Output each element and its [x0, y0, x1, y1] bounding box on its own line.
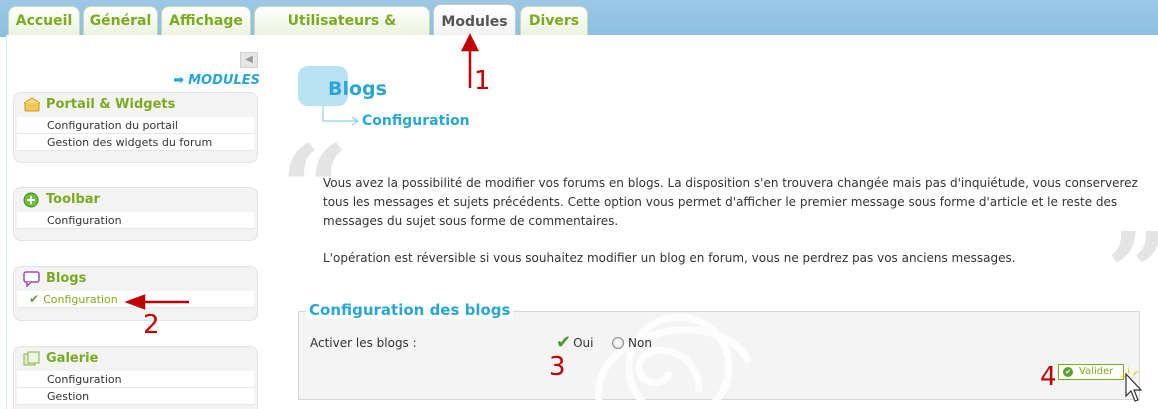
collapse-sidebar-button[interactable]: ◀ [240, 52, 258, 68]
radio-oui[interactable]: ✔ Oui [556, 332, 593, 353]
sidebar-box-galerie: Galerie Configuration Gestion [13, 346, 258, 409]
checkmark-circle-icon: ✔ [1063, 367, 1073, 377]
page-title: Blogs [328, 78, 387, 100]
tab-affichage[interactable]: Affichage [161, 6, 251, 35]
tab-accueil[interactable]: Accueil [8, 6, 80, 35]
radio-non[interactable]: Non [612, 336, 652, 350]
sidebar-box-header: Toolbar [17, 188, 254, 212]
sidebar-box-portail: Portail & Widgets Configuration du porta… [13, 92, 258, 163]
sidebar-box-header: Portail & Widgets [17, 93, 254, 117]
activate-blogs-label: Activer les blogs : [310, 336, 417, 350]
tab-utilisateurs-groupes[interactable]: Utilisateurs & Groupes [254, 6, 430, 57]
fieldset-title: Configuration des blogs [306, 301, 514, 319]
sidebar-section-title: ➡ MODULES [173, 73, 260, 88]
tab-modules[interactable]: Modules [433, 4, 516, 37]
checkmark-icon: ✔ [556, 332, 572, 353]
annotation-number: 1 [474, 66, 491, 96]
annotation-number: 2 [143, 310, 160, 340]
plus-circle-icon [23, 192, 39, 208]
validate-button[interactable]: ✔ Valider [1058, 364, 1124, 380]
page-subtitle: Configuration [362, 113, 470, 129]
description-paragraph: Vous avez la possibilité de modifier vos… [323, 176, 1138, 228]
sidebar-box-header: Galerie [17, 347, 254, 371]
sidebar-box-header: Blogs [17, 267, 254, 291]
arrow-right-icon: ➡ [173, 73, 185, 88]
sidebar-item-galerie-gestion[interactable]: Gestion [17, 388, 254, 405]
blogs-config-fieldset [298, 311, 1140, 401]
annotation-number: 4 [1040, 362, 1057, 392]
description-paragraph: L'opération est réversible si vous souha… [323, 251, 1016, 265]
sidebar-item-blogs-configuration[interactable]: ✔ Configuration [17, 291, 254, 308]
mouse-cursor-icon [1120, 366, 1143, 402]
top-tab-bar: Accueil Général Affichage Utilisateurs &… [0, 0, 1158, 57]
portal-icon [23, 97, 41, 112]
radio-button-icon [612, 337, 624, 349]
tab-divers[interactable]: Divers [520, 6, 588, 35]
sidebar-item-toolbar-configuration[interactable]: Configuration [17, 212, 254, 229]
sidebar-box-blogs: Blogs ✔ Configuration [13, 266, 258, 321]
sidebar-item-configuration-portail[interactable]: Configuration du portail [17, 117, 254, 134]
sidebar-item-galerie-configuration[interactable]: Configuration [17, 371, 254, 388]
tab-general[interactable]: Général [83, 6, 158, 35]
sidebar-item-gestion-widgets[interactable]: Gestion des widgets du forum [17, 134, 254, 151]
speech-bubble-icon [23, 271, 40, 287]
gallery-icon [23, 351, 40, 366]
sidebar-box-toolbar: Toolbar Configuration [13, 187, 258, 241]
checkmark-icon: ✔ [29, 292, 40, 306]
description: Vous avez la possibilité de modifier vos… [323, 174, 1153, 286]
swirl-decoration [595, 313, 753, 401]
annotation-number: 3 [549, 352, 566, 382]
